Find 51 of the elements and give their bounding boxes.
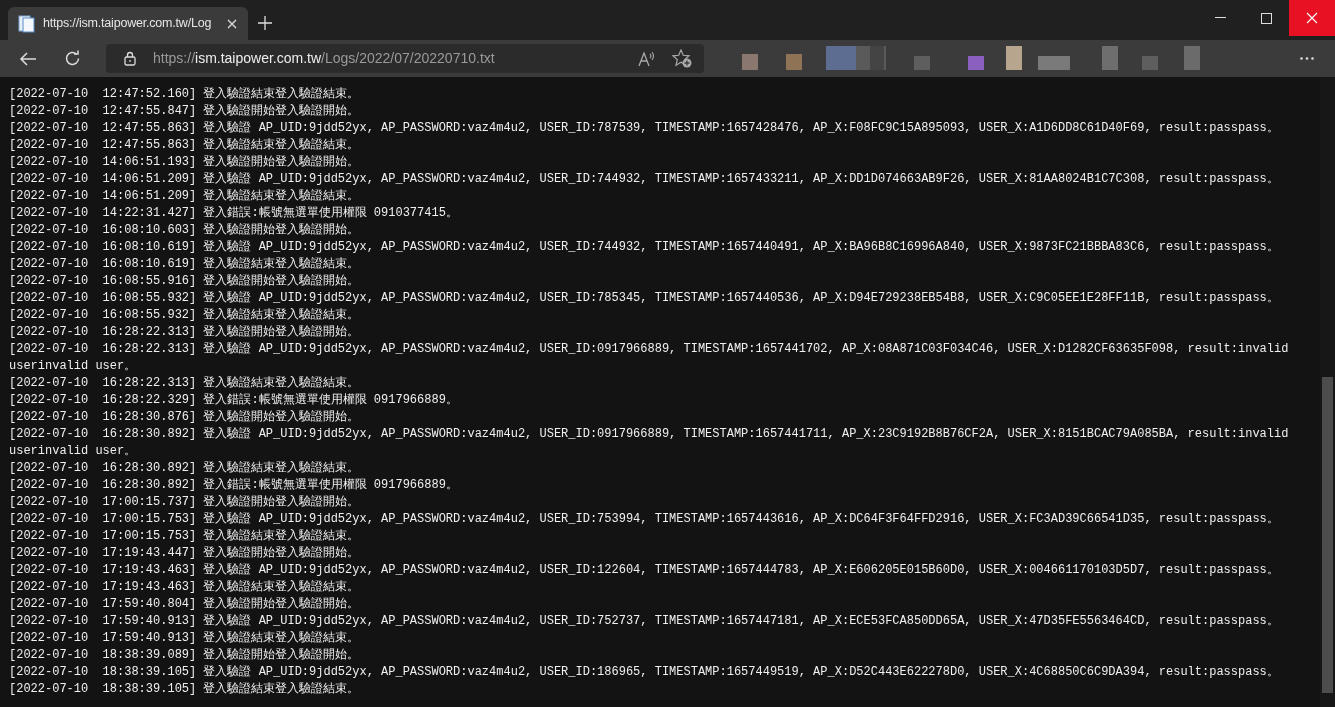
close-icon[interactable] xyxy=(226,17,238,30)
log-line: [2022-07-10 12:47:55.847] 登入驗證開始登入驗證開始。 xyxy=(9,103,361,120)
log-line: [2022-07-10 16:28:22.313] 登入驗證結束登入驗證結束。 xyxy=(9,375,361,392)
log-line: [2022-07-10 17:19:43.447] 登入驗證開始登入驗證開始。 xyxy=(9,545,361,562)
new-tab-icon[interactable] xyxy=(258,16,272,30)
tab-title: https://ism.taipower.com.tw/Log xyxy=(43,15,213,33)
log-line: [2022-07-10 17:19:43.463] 登入驗證結束登入驗證結束。 xyxy=(9,579,361,596)
back-icon[interactable] xyxy=(19,50,37,67)
log-line: [2022-07-10 17:59:40.913] 登入驗證結束登入驗證結束。 xyxy=(9,630,361,647)
reload-icon[interactable] xyxy=(64,50,81,67)
log-line: [2022-07-10 18:38:39.089] 登入驗證開始登入驗證開始。 xyxy=(9,647,361,664)
log-line: [2022-07-10 16:08:10.603] 登入驗證開始登入驗證開始。 xyxy=(9,222,361,239)
address-field[interactable]: https://ism.taipower.com.tw/Logs/2022/07/20220710.txt xyxy=(106,44,704,73)
log-line: [2022-07-10 12:47:55.863] 登入驗證 AP_UID:9jdd52yx, AP_PASSWORD:vaz4m4u2, USER_ID:787539, TIMESTAMP:1657428476, AP_X:F08FC9C15A895093, USER_X:A1D6DD8C61D40F69, result:passpass。 xyxy=(9,120,1280,137)
log-line: [2022-07-10 16:08:55.916] 登入驗證開始登入驗證開始。 xyxy=(9,273,361,290)
log-line: [2022-07-10 16:08:10.619] 登入驗證 AP_UID:9jdd52yx, AP_PASSWORD:vaz4m4u2, USER_ID:744932, TIMESTAMP:1657440491, AP_X:BA96B8C16996A840, USER_X:9873FC21BBBA83C6, result:passpass。 xyxy=(9,239,1280,256)
maximize-icon xyxy=(1260,12,1272,24)
log-line: [2022-07-10 16:08:55.932] 登入驗證 AP_UID:9jdd52yx, AP_PASSWORD:vaz4m4u2, USER_ID:785345, TIMESTAMP:1657440536, AP_X:D94E729238EB54B8, USER_X:C9C05EE1E28FF11B, result:passpass。 xyxy=(9,290,1280,307)
log-line: [2022-07-10 17:59:40.804] 登入驗證開始登入驗證開始。 xyxy=(9,596,361,613)
scrollbar-thumb[interactable] xyxy=(1322,377,1333,693)
log-line: [2022-07-10 16:28:30.892] 登入驗證 AP_UID:9jdd52yx, AP_PASSWORD:vaz4m4u2, USER_ID:0917966889, TIMESTAMP:1657441711, AP_X:23C9192B8B76CF2A, USER_X:8151BCAC79A085BA, result:invalid userinvalid user。 xyxy=(9,426,1290,460)
log-line: [2022-07-10 18:38:39.105] 登入驗證 AP_UID:9jdd52yx, AP_PASSWORD:vaz4m4u2, USER_ID:186965, TIMESTAMP:1657449519, AP_X:D52C443E622278D0, USER_X:4C68850C6C9DA394, result:passpass。 xyxy=(9,664,1280,681)
close-icon xyxy=(1306,12,1318,24)
more-icon[interactable] xyxy=(1300,57,1314,60)
minimize-icon xyxy=(1214,17,1226,19)
log-line: [2022-07-10 16:08:10.619] 登入驗證結束登入驗證結束。 xyxy=(9,256,361,273)
log-line: [2022-07-10 18:38:39.105] 登入驗證結束登入驗證結束。 xyxy=(9,681,361,698)
log-line: [2022-07-10 17:00:15.753] 登入驗證 AP_UID:9jdd52yx, AP_PASSWORD:vaz4m4u2, USER_ID:753994, TIMESTAMP:1657443616, AP_X:DC64F3F64FFD2916, USER_X:FC3AD39C66541D35, result:passpass。 xyxy=(9,511,1280,528)
log-line: [2022-07-10 16:28:30.892] 登入錯誤:帳號無選單使用權限 0917966889。 xyxy=(9,477,459,494)
log-line: [2022-07-10 14:06:51.193] 登入驗證開始登入驗證開始。 xyxy=(9,154,361,171)
log-line: [2022-07-10 14:06:51.209] 登入驗證結束登入驗證結束。 xyxy=(9,188,361,205)
log-line: [2022-07-10 14:22:31.427] 登入錯誤:帳號無選單使用權限 0910377415。 xyxy=(9,205,459,222)
log-line: [2022-07-10 17:00:15.753] 登入驗證結束登入驗證結束。 xyxy=(9,528,361,545)
scrollbar[interactable] xyxy=(1320,77,1335,707)
log-line: [2022-07-10 16:08:55.932] 登入驗證結束登入驗證結束。 xyxy=(9,307,361,324)
log-line: [2022-07-10 17:59:40.913] 登入驗證 AP_UID:9jdd52yx, AP_PASSWORD:vaz4m4u2, USER_ID:752737, TIMESTAMP:1657447181, AP_X:ECE53FCA850DD65A, USER_X:47D35FE5563464CD, result:passpass。 xyxy=(9,613,1280,630)
document-icon xyxy=(18,14,35,33)
read-aloud-icon[interactable] xyxy=(638,50,656,67)
log-line: [2022-07-10 16:28:22.313] 登入驗證開始登入驗證開始。 xyxy=(9,324,361,341)
log-line: [2022-07-10 16:28:22.313] 登入驗證 AP_UID:9jdd52yx, AP_PASSWORD:vaz4m4u2, USER_ID:0917966889, TIMESTAMP:1657441702, AP_X:08A871C03F034C46, USER_X:D1282CF63635F098, result:invalid userinvalid user。 xyxy=(9,341,1290,375)
log-line: [2022-07-10 14:06:51.209] 登入驗證 AP_UID:9jdd52yx, AP_PASSWORD:vaz4m4u2, USER_ID:744932, TIMESTAMP:1657433211, AP_X:DD1D074663AB9F26, USER_X:81AA8024B1C7C308, result:passpass。 xyxy=(9,171,1280,188)
log-line: [2022-07-10 17:19:43.463] 登入驗證 AP_UID:9jdd52yx, AP_PASSWORD:vaz4m4u2, USER_ID:122604, TIMESTAMP:1657444783, AP_X:E606205E015B60D0, USER_X:004661170103D5D7, result:passpass。 xyxy=(9,562,1280,579)
log-line: [2022-07-10 17:00:15.737] 登入驗證開始登入驗證開始。 xyxy=(9,494,361,511)
log-line: [2022-07-10 16:28:30.876] 登入驗證開始登入驗證開始。 xyxy=(9,409,361,426)
log-line: [2022-07-10 16:28:22.329] 登入錯誤:帳號無選單使用權限 0917966889。 xyxy=(9,392,459,409)
log-line: [2022-07-10 12:47:55.863] 登入驗證結束登入驗證結束。 xyxy=(9,137,361,154)
browser-tab[interactable]: https://ism.taipower.com.tw/Log xyxy=(8,7,248,40)
lock-icon[interactable] xyxy=(124,51,136,66)
log-line: [2022-07-10 12:47:52.160] 登入驗證結束登入驗證結束。 xyxy=(9,86,361,103)
log-line: [2022-07-10 16:28:30.892] 登入驗證結束登入驗證結束。 xyxy=(9,460,361,477)
favorite-add-icon[interactable] xyxy=(672,49,692,68)
